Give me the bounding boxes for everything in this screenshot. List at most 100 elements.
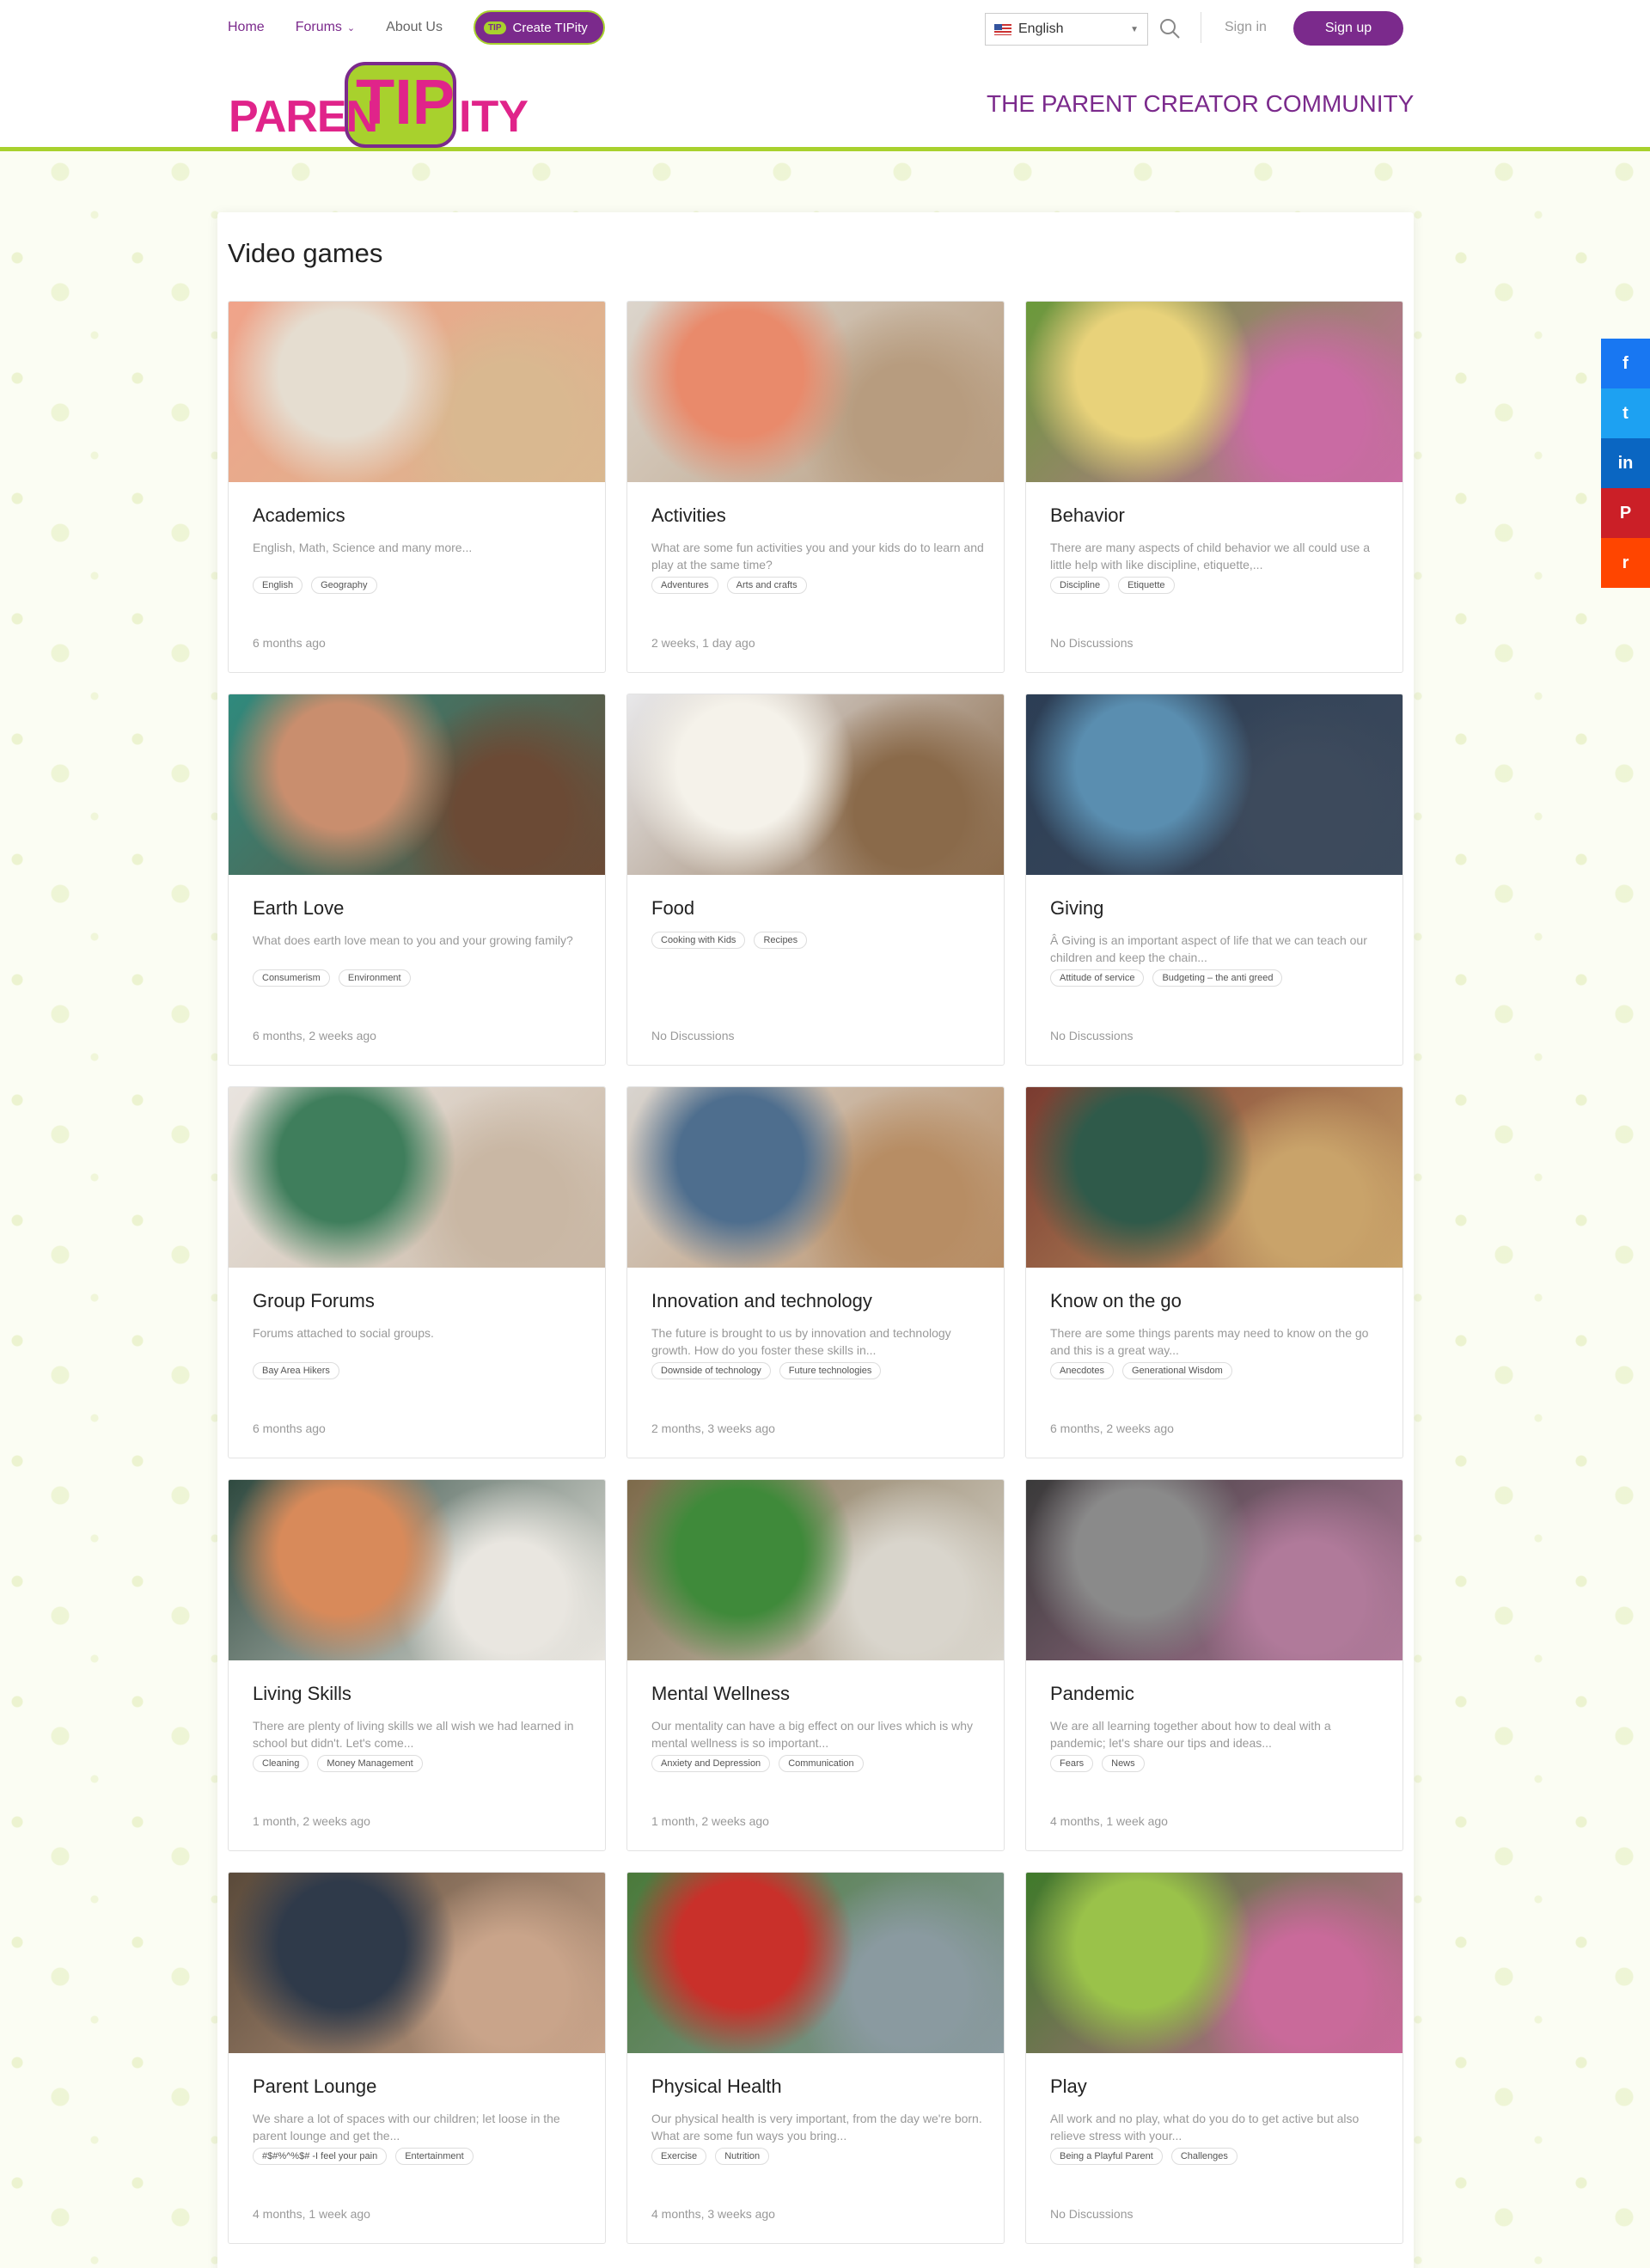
forum-card[interactable]: Giving Â Giving is an important aspect of… xyxy=(1025,694,1403,1066)
forum-tag[interactable]: Cleaning xyxy=(253,1755,309,1772)
language-select[interactable]: English ▼ xyxy=(985,13,1148,46)
forum-tag[interactable]: Consumerism xyxy=(253,969,330,987)
forum-card-title[interactable]: Behavior xyxy=(1050,504,1384,527)
forum-tag[interactable]: Fears xyxy=(1050,1755,1094,1772)
forum-card-title[interactable]: Giving xyxy=(1050,897,1384,920)
forum-card-image[interactable] xyxy=(627,1087,1004,1268)
nav-home-link[interactable]: Home xyxy=(228,20,265,35)
forum-card-tags: Adventures Arts and crafts xyxy=(651,577,985,594)
forum-card[interactable]: Pandemic We are all learning together abo… xyxy=(1025,1479,1403,1851)
forum-card-title[interactable]: Food xyxy=(651,897,985,920)
forum-card-image[interactable] xyxy=(627,1873,1004,2053)
forum-card-image[interactable] xyxy=(1026,302,1402,482)
forum-card-image[interactable] xyxy=(229,694,605,875)
forum-card-title[interactable]: Parent Lounge xyxy=(253,2075,586,2098)
forum-card-image[interactable] xyxy=(627,1480,1004,1660)
forum-tag[interactable]: Nutrition xyxy=(715,2148,770,2165)
forum-card-title[interactable]: Living Skills xyxy=(253,1683,586,1705)
forum-tag[interactable]: Downside of technology xyxy=(651,1362,771,1379)
forum-tag[interactable]: Budgeting – the anti greed xyxy=(1152,969,1283,987)
forum-card-image[interactable] xyxy=(1026,694,1402,875)
signin-link[interactable]: Sign in xyxy=(1225,20,1267,35)
forum-card[interactable]: Group Forums Forums attached to social gr… xyxy=(228,1086,606,1458)
nav-about-link[interactable]: About Us xyxy=(386,20,443,35)
forum-card-title[interactable]: Activities xyxy=(651,504,985,527)
forum-tag[interactable]: Environment xyxy=(338,969,411,987)
forum-tag[interactable]: Discipline xyxy=(1050,577,1110,594)
forum-tag[interactable]: Attitude of service xyxy=(1050,969,1145,987)
forum-tag[interactable]: Anecdotes xyxy=(1050,1362,1114,1379)
facebook-icon[interactable]: f xyxy=(1601,339,1650,388)
forum-card-tags: #$#%^%$# -I feel your pain Entertainment xyxy=(253,2148,586,2165)
forum-tag[interactable]: Anxiety and Depression xyxy=(651,1755,771,1772)
forum-tag[interactable]: News xyxy=(1102,1755,1145,1772)
forum-tag[interactable]: #$#%^%$# -I feel your pain xyxy=(253,2148,388,2165)
forum-card-image[interactable] xyxy=(627,694,1004,875)
forum-card-title[interactable]: Innovation and technology xyxy=(651,1290,985,1312)
forum-tag[interactable]: Entertainment xyxy=(395,2148,474,2165)
forum-card-image[interactable] xyxy=(229,1087,605,1268)
forum-tag[interactable]: Recipes xyxy=(754,932,808,949)
forum-card-image[interactable] xyxy=(229,1480,605,1660)
create-tipity-button[interactable]: TIP Create TIPity xyxy=(473,10,605,45)
forum-card-last-activity: 6 months ago xyxy=(253,636,326,650)
forum-card[interactable]: Physical Health Our physical health is ve… xyxy=(626,1872,1005,2244)
forum-card[interactable]: Activities What are some fun activities y… xyxy=(626,301,1005,673)
forum-tag[interactable]: Adventures xyxy=(651,577,718,594)
forum-card[interactable]: Know on the go There are some things pare… xyxy=(1025,1086,1403,1458)
forum-tag[interactable]: Generational Wisdom xyxy=(1121,1362,1232,1379)
forum-card-description: What are some fun activities you and you… xyxy=(651,541,984,572)
nav-forums-link[interactable]: Forums ⌄ xyxy=(296,20,355,35)
forum-card[interactable]: Mental Wellness Our mentality can have a … xyxy=(626,1479,1005,1851)
forum-tag[interactable]: Bay Area Hikers xyxy=(253,1362,339,1379)
forum-card[interactable]: Food Cooking with Kids Recipes No Discussio… xyxy=(626,694,1005,1066)
forum-tag[interactable]: Geography xyxy=(311,577,377,594)
forum-card-title[interactable]: Group Forums xyxy=(253,1290,586,1312)
forum-card-title[interactable]: Play xyxy=(1050,2075,1384,2098)
reddit-icon[interactable]: r xyxy=(1601,538,1650,588)
forum-tag[interactable]: Challenges xyxy=(1170,2148,1238,2165)
search-icon[interactable] xyxy=(1158,17,1181,40)
forum-card-title[interactable]: Academics xyxy=(253,504,586,527)
forum-card[interactable]: Parent Lounge We share a lot of spaces wi… xyxy=(228,1872,606,2244)
forum-card-image[interactable] xyxy=(1026,1873,1402,2053)
forum-tag[interactable]: Etiquette xyxy=(1118,577,1175,594)
forum-card-title[interactable]: Pandemic xyxy=(1050,1683,1384,1705)
forum-card[interactable]: Innovation and technology The future is b… xyxy=(626,1086,1005,1458)
forum-tag[interactable]: Communication xyxy=(779,1755,864,1772)
forum-tag[interactable]: Money Management xyxy=(317,1755,423,1772)
forum-tag[interactable]: Being a Playful Parent xyxy=(1050,2148,1163,2165)
forum-tag[interactable]: Arts and crafts xyxy=(726,577,807,594)
forum-card-title[interactable]: Earth Love xyxy=(253,897,586,920)
pinterest-icon[interactable]: P xyxy=(1601,488,1650,538)
tip-badge-icon: TIP xyxy=(483,21,506,34)
forum-card-image[interactable] xyxy=(229,302,605,482)
forum-card-tags: Anecdotes Generational Wisdom xyxy=(1050,1362,1384,1379)
site-logo[interactable]: PAREN TIP ITY xyxy=(229,60,529,155)
forum-card-body: Play All work and no play, what do you do… xyxy=(1050,2075,1384,2165)
forum-card-body: Pandemic We are all learning together abo… xyxy=(1050,1683,1384,1772)
forum-card-last-activity: 4 months, 1 week ago xyxy=(1050,1814,1168,1828)
signup-button[interactable]: Sign up xyxy=(1293,11,1403,46)
linkedin-icon[interactable]: in xyxy=(1601,438,1650,488)
site-header: Home Forums ⌄ About Us TIP Create TIPity… xyxy=(0,0,1650,151)
forum-tag[interactable]: Exercise xyxy=(651,2148,707,2165)
forum-card-title[interactable]: Mental Wellness xyxy=(651,1683,985,1705)
forum-tag[interactable]: Future technologies xyxy=(779,1362,882,1379)
forum-tag[interactable]: Cooking with Kids xyxy=(651,932,746,949)
forum-card-image[interactable] xyxy=(229,1873,605,2053)
forum-card[interactable]: Earth Love What does earth love mean to y… xyxy=(228,694,606,1066)
forum-card[interactable]: Living Skills There are plenty of living … xyxy=(228,1479,606,1851)
forum-card-title[interactable]: Know on the go xyxy=(1050,1290,1384,1312)
forum-card-title[interactable]: Physical Health xyxy=(651,2075,985,2098)
forum-card-last-activity: 6 months, 2 weeks ago xyxy=(1050,1421,1174,1435)
forum-tag[interactable]: English xyxy=(253,577,303,594)
forum-card-image[interactable] xyxy=(1026,1087,1402,1268)
forum-card-tags: Being a Playful Parent Challenges xyxy=(1050,2148,1384,2165)
twitter-icon[interactable]: t xyxy=(1601,388,1650,438)
forum-card[interactable]: Behavior There are many aspects of child … xyxy=(1025,301,1403,673)
forum-card-image[interactable] xyxy=(627,302,1004,482)
forum-card[interactable]: Academics English, Math, Science and many… xyxy=(228,301,606,673)
forum-card[interactable]: Play All work and no play, what do you do… xyxy=(1025,1872,1403,2244)
forum-card-image[interactable] xyxy=(1026,1480,1402,1660)
